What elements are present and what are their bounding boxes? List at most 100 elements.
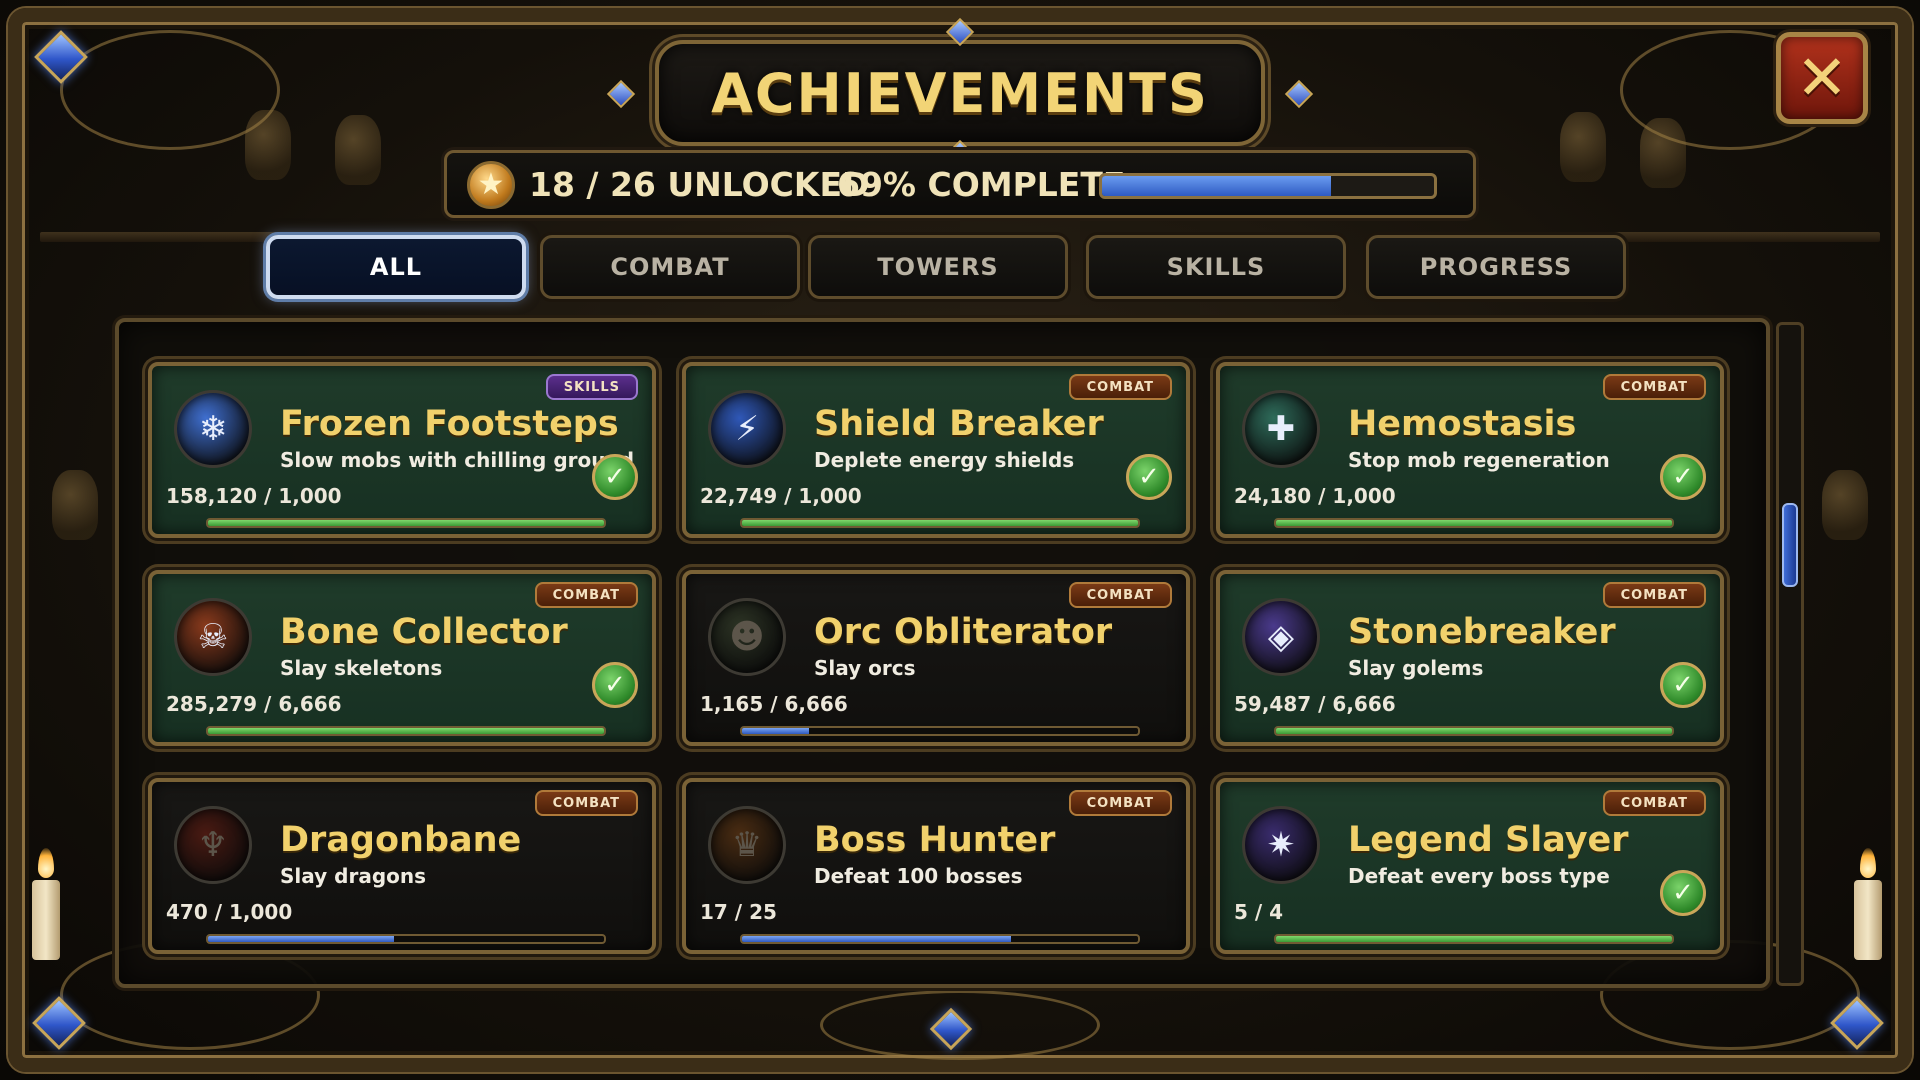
category-badge: COMBAT: [1602, 374, 1706, 400]
category-badge: COMBAT: [1068, 582, 1172, 608]
completion-percent: 69% COMPLETE: [837, 165, 1126, 204]
achievement-title: Bone Collector: [280, 612, 568, 652]
achievement-title: Frozen Footsteps: [280, 404, 619, 444]
tab-label: PROGRESS: [1419, 253, 1573, 281]
achievement-progress-bar: [740, 518, 1140, 528]
achievement-description: Slow mobs with chilling ground: [280, 448, 635, 472]
tab-label: TOWERS: [877, 253, 999, 281]
achievement-progress-text: 470 / 1,000: [166, 900, 293, 924]
achievement-card-orc-obliterator[interactable]: ☻ COMBAT Orc Obliterator Slay orcs 1,165…: [682, 570, 1190, 746]
golem-face-icon: ◈: [1242, 598, 1320, 676]
dragon-head-icon: ♆: [174, 806, 252, 884]
achievement-progress-fill: [1276, 520, 1672, 526]
achievement-progress-fill: [1276, 728, 1672, 734]
category-label: COMBAT: [552, 587, 620, 603]
crowned-skull-icon: ♛: [708, 806, 786, 884]
achievement-card-frozen-footsteps[interactable]: ❄ SKILLS Frozen Footsteps Slow mobs with…: [148, 362, 656, 538]
achievement-description: Stop mob regeneration: [1348, 448, 1610, 472]
achievement-progress-fill: [208, 520, 604, 526]
page-title: ACHIEVEMENTS: [711, 61, 1209, 125]
category-badge: COMBAT: [1602, 790, 1706, 816]
achievement-progress-text: 24,180 / 1,000: [1234, 484, 1396, 508]
achievement-title: Boss Hunter: [814, 820, 1056, 860]
tab-label: SKILLS: [1166, 253, 1266, 281]
achievement-progress-fill: [742, 520, 1138, 526]
category-label: COMBAT: [1086, 795, 1154, 811]
category-label: COMBAT: [552, 795, 620, 811]
achievement-progress-bar: [206, 726, 606, 736]
candle-left: [32, 880, 60, 960]
tab-label: ALL: [369, 253, 423, 281]
category-label: COMBAT: [1620, 587, 1688, 603]
scrollbar[interactable]: [1776, 322, 1804, 986]
achievement-progress-text: 22,749 / 1,000: [700, 484, 862, 508]
achievement-progress-fill: [742, 936, 1012, 942]
achievement-progress-fill: [742, 728, 810, 734]
tab-all[interactable]: ALL: [266, 235, 526, 299]
scrollbar-thumb[interactable]: [1782, 503, 1798, 587]
achievement-description: Slay orcs: [814, 656, 916, 680]
category-badge: COMBAT: [534, 582, 638, 608]
overall-progress-bar: [1099, 173, 1437, 199]
tab-combat[interactable]: COMBAT: [540, 235, 800, 299]
achievement-progress-bar: [1274, 934, 1674, 944]
achievement-progress-bar: [1274, 518, 1674, 528]
category-label: COMBAT: [1620, 795, 1688, 811]
achievement-description: Deplete energy shields: [814, 448, 1075, 472]
star-icon: ★: [467, 161, 515, 209]
category-badge: COMBAT: [1068, 374, 1172, 400]
tab-label: COMBAT: [610, 253, 730, 281]
achievement-progress-text: 1,165 / 6,666: [700, 692, 848, 716]
close-button[interactable]: ✕: [1776, 32, 1868, 124]
title-plaque: ACHIEVEMENTS: [606, 17, 1314, 169]
category-label: COMBAT: [1620, 379, 1688, 395]
achievement-progress-text: 5 / 4: [1234, 900, 1284, 924]
achievement-card-dragonbane[interactable]: ♆ COMBAT Dragonbane Slay dragons 470 / 1…: [148, 778, 656, 954]
checkmark-icon: ✓: [1660, 454, 1706, 500]
achievement-progress-bar: [740, 934, 1140, 944]
achievement-title: Hemostasis: [1348, 404, 1577, 444]
lightning-shield-icon: ⚡: [708, 390, 786, 468]
achievement-card-shield-breaker[interactable]: ⚡ COMBAT Shield Breaker Deplete energy s…: [682, 362, 1190, 538]
achievement-progress-fill: [1276, 936, 1672, 942]
achievement-card-boss-hunter[interactable]: ♛ COMBAT Boss Hunter Defeat 100 bosses 1…: [682, 778, 1190, 954]
tab-towers[interactable]: TOWERS: [808, 235, 1068, 299]
candle-right: [1854, 880, 1882, 960]
achievement-progress-bar: [206, 518, 606, 528]
achievement-title: Orc Obliterator: [814, 612, 1113, 652]
checkmark-icon: ✓: [1660, 662, 1706, 708]
tab-skills[interactable]: SKILLS: [1086, 235, 1346, 299]
boss-collage-icon: ✷: [1242, 806, 1320, 884]
category-label: COMBAT: [1086, 587, 1154, 603]
achievement-card-stonebreaker[interactable]: ◈ COMBAT Stonebreaker Slay golems 59,487…: [1216, 570, 1724, 746]
achievement-card-hemostasis[interactable]: ✚ COMBAT Hemostasis Stop mob regeneratio…: [1216, 362, 1724, 538]
achievement-description: Defeat 100 bosses: [814, 864, 1023, 888]
achievement-progress-bar: [206, 934, 606, 944]
tab-progress[interactable]: PROGRESS: [1366, 235, 1626, 299]
achievement-title: Shield Breaker: [814, 404, 1104, 444]
checkmark-icon: ✓: [592, 454, 638, 500]
achievement-progress-text: 59,487 / 6,666: [1234, 692, 1396, 716]
category-label: COMBAT: [1086, 379, 1154, 395]
skull-icon: ☠: [174, 598, 252, 676]
checkmark-icon: ✓: [592, 662, 638, 708]
achievement-card-legend-slayer[interactable]: ✷ COMBAT Legend Slayer Defeat every boss…: [1216, 778, 1724, 954]
category-badge: SKILLS: [545, 374, 638, 400]
vine-ornament: [60, 30, 280, 150]
achievement-description: Slay dragons: [280, 864, 427, 888]
overall-progress-fill: [1102, 176, 1332, 196]
checkmark-icon: ✓: [1126, 454, 1172, 500]
achievement-progress-bar: [1274, 726, 1674, 736]
achievement-description: Defeat every boss type: [1348, 864, 1610, 888]
achievement-description: Slay golems: [1348, 656, 1484, 680]
close-icon: ✕: [1796, 41, 1848, 114]
achievement-card-bone-collector[interactable]: ☠ COMBAT Bone Collector Slay skeletons 2…: [148, 570, 656, 746]
frost-vortex-icon: ❄: [174, 390, 252, 468]
category-badge: COMBAT: [1602, 582, 1706, 608]
achievement-description: Slay skeletons: [280, 656, 443, 680]
achievement-title: Dragonbane: [280, 820, 522, 860]
achievement-progress-fill: [208, 728, 604, 734]
achievement-progress-text: 17 / 25: [700, 900, 777, 924]
category-badge: COMBAT: [1068, 790, 1172, 816]
achievement-progress-bar: [740, 726, 1140, 736]
